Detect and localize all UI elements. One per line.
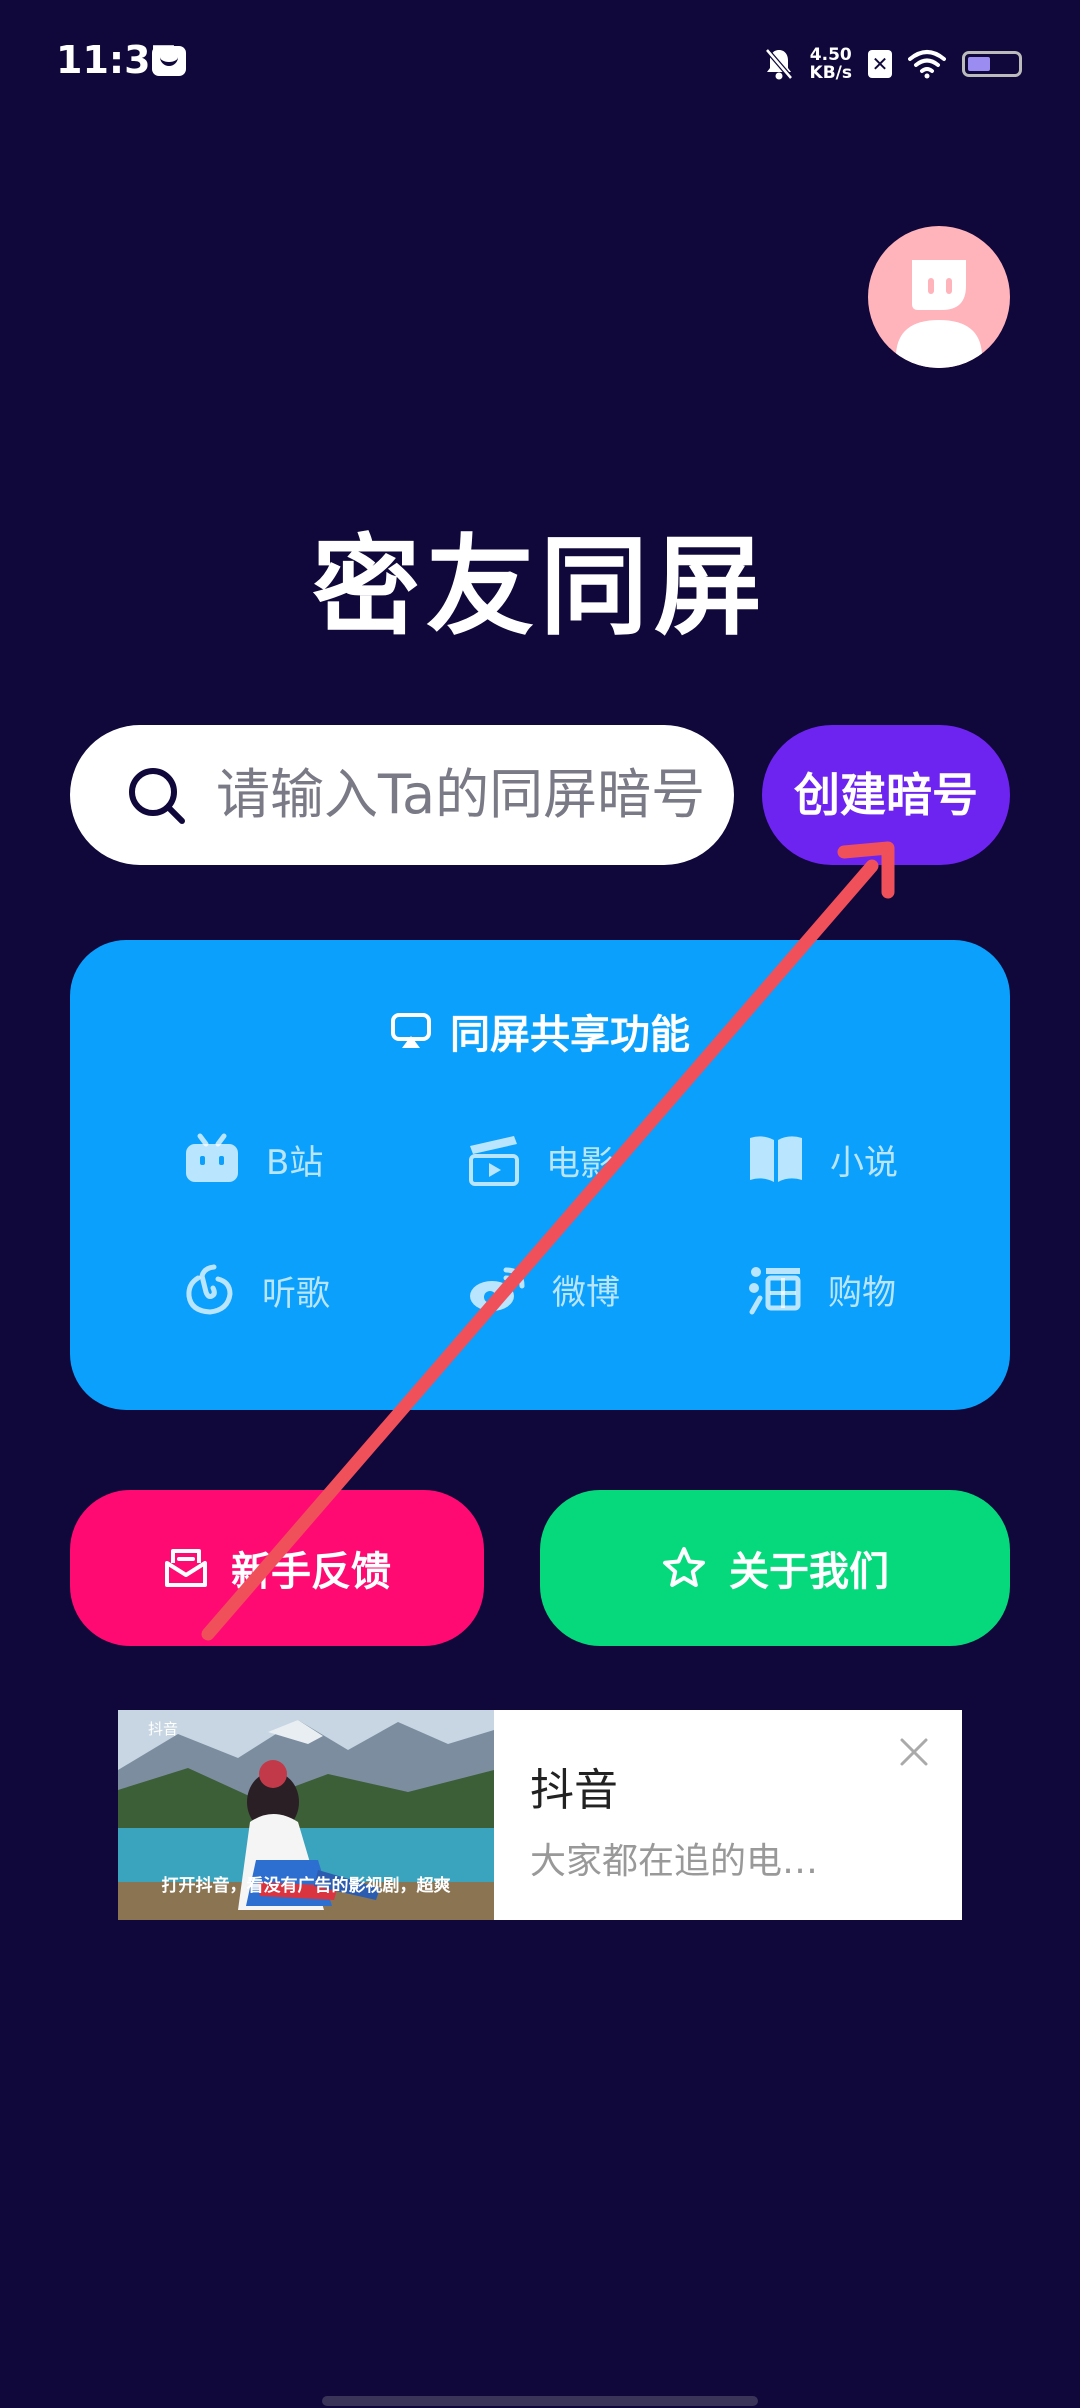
user-avatar[interactable] [868,226,1010,368]
bilibili-icon [186,1133,238,1182]
network-speed-value: 4.50 [809,45,852,65]
search-placeholder: 请输入Ta的同屏暗号 [216,763,706,826]
feature-label: 微博 [552,1272,620,1313]
feature-label: 购物 [828,1272,896,1313]
star-icon [663,1547,705,1587]
mail-icon [165,1549,207,1587]
network-speed: 4.50 KB/s [810,46,852,82]
about-us-button[interactable]: 关于我们 [540,1490,1010,1646]
about-us-label: 关于我们 [729,1549,889,1595]
netease-music-icon [186,1264,233,1315]
battery-level [968,57,990,71]
search-icon [129,768,185,824]
ad-banner[interactable]: 抖音 打开抖音，看没有广告的影视剧，超爽 抖音 大家都在追的电… [118,1710,962,1920]
wifi-icon [908,50,946,79]
feature-novel[interactable]: 小说 [746,1132,898,1186]
feature-label: 听歌 [262,1273,330,1314]
feature-bilibili[interactable]: B站 [182,1132,323,1186]
feature-shopping[interactable]: 购物 [746,1262,896,1316]
ad-description: 大家都在追的电… [530,1841,819,1882]
search-input[interactable]: 请输入Ta的同屏暗号 [70,725,734,865]
battery-icon [962,51,1022,77]
app-title: 密友同屏 [311,525,768,650]
movie-clapper-icon [469,1136,519,1186]
feature-label: B站 [266,1142,324,1183]
status-bar: 11:37 4.50 KB/s ✕ [0,0,1080,120]
ad-logo-text: 抖音 [148,1720,179,1738]
create-code-button[interactable]: 创建暗号 [762,725,1010,865]
screen-cast-icon [391,1013,431,1048]
feature-label: 小说 [830,1142,898,1183]
screen-share-features-card: 同屏共享功能 B站 电影 小说 听歌 微博 购物 [70,940,1010,1410]
feature-weibo[interactable]: 微博 [466,1262,620,1316]
ad-caption: 打开抖音，看没有广告的影视剧，超爽 [161,1876,451,1896]
message-notification-icon [152,46,186,76]
weibo-icon [470,1267,525,1311]
features-title: 同屏共享功能 [450,1012,690,1058]
feedback-button[interactable]: 新手反馈 [70,1490,484,1646]
bell-off-icon [764,48,793,80]
ad-title: 抖音 [530,1765,618,1816]
avatar-figure-icon [896,260,982,368]
ad-image: 抖音 打开抖音，看没有广告的影视剧，超爽 [118,1710,494,1920]
features-header: 同屏共享功能 [70,1002,1010,1060]
book-icon [750,1136,802,1182]
status-icons: 4.50 KB/s ✕ [764,38,1022,90]
feature-movie[interactable]: 电影 [466,1132,614,1188]
home-indicator[interactable] [322,2396,758,2406]
feature-music[interactable]: 听歌 [182,1262,330,1318]
feature-label: 电影 [546,1143,614,1184]
feedback-label: 新手反馈 [231,1549,391,1595]
network-speed-unit: KB/s [809,63,852,83]
x-app-icon: ✕ [868,50,892,78]
taobao-icon [749,1267,801,1315]
close-icon[interactable] [896,1734,932,1770]
